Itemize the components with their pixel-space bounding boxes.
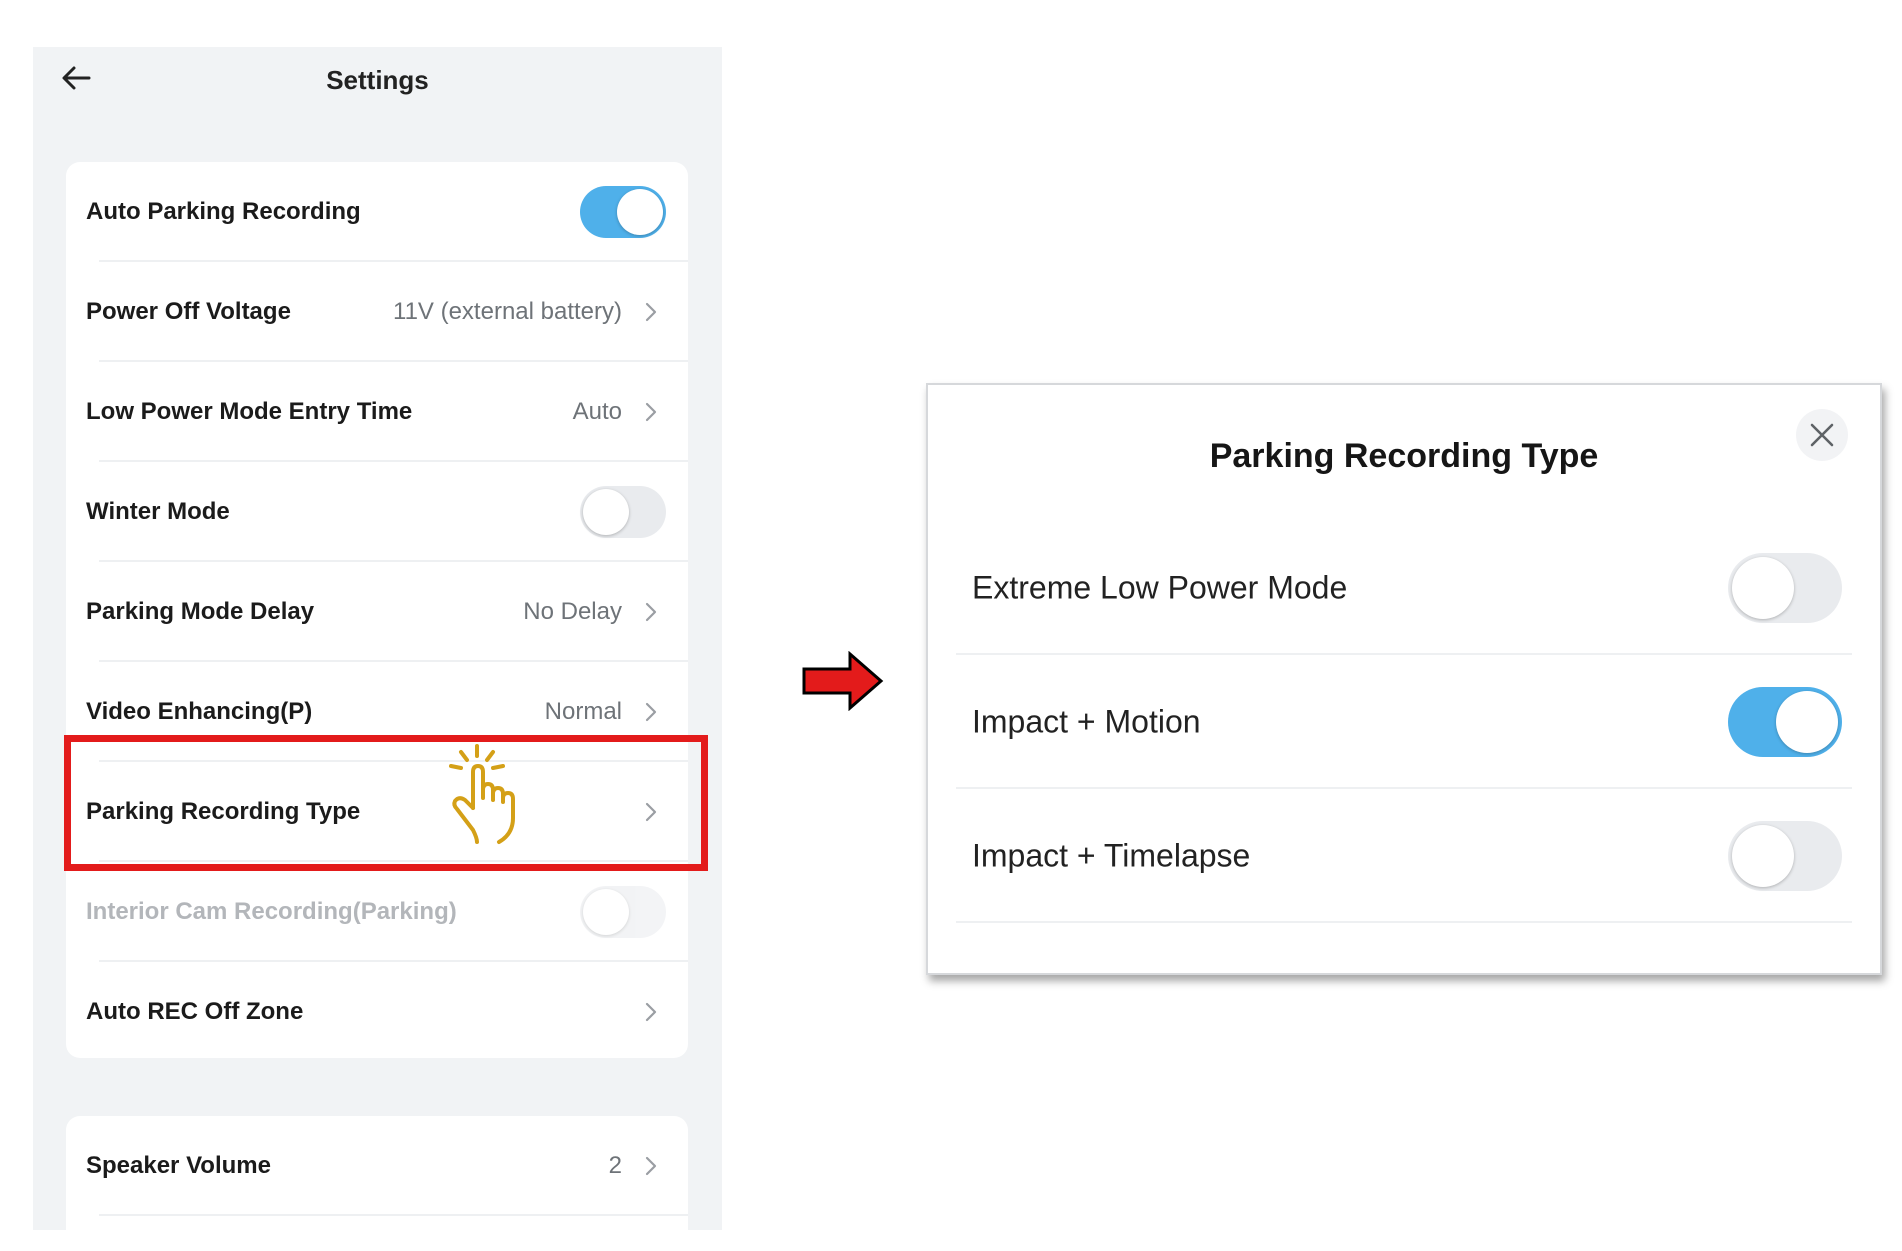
- row-label: Interior Cam Recording(Parking): [86, 898, 457, 925]
- row-label: Winter Mode: [86, 498, 230, 525]
- option-impact-timelapse[interactable]: Impact + Timelapse: [928, 789, 1880, 923]
- toggle-knob: [583, 889, 629, 935]
- chevron-right-icon: [645, 702, 657, 722]
- row-auto-rec-off-zone[interactable]: Auto REC Off Zone: [66, 962, 688, 1062]
- option-label: Impact + Timelapse: [972, 837, 1251, 874]
- row-value: 2: [608, 1152, 622, 1179]
- toggle-knob: [1732, 825, 1794, 887]
- row-winter-mode: Winter Mode: [66, 462, 688, 562]
- dialog-title: Parking Recording Type: [1209, 437, 1599, 475]
- impact-timelapse-toggle[interactable]: [1728, 821, 1842, 891]
- option-extreme-low-power-mode[interactable]: Extreme Low Power Mode: [928, 521, 1880, 655]
- row-interior-cam-recording: Interior Cam Recording(Parking): [66, 862, 688, 962]
- settings-card-2: Speaker Volume 2: [66, 1116, 688, 1230]
- winter-mode-toggle[interactable]: [580, 486, 666, 538]
- row-low-power-mode-entry-time[interactable]: Low Power Mode Entry Time Auto: [66, 362, 688, 462]
- row-label: Low Power Mode Entry Time: [86, 398, 413, 425]
- row-label: Auto REC Off Zone: [86, 998, 304, 1025]
- top-bar: Settings: [33, 47, 722, 107]
- parking-recording-type-dialog: Parking Recording Type Extreme Low Power…: [926, 383, 1882, 975]
- chevron-right-icon: [645, 602, 657, 622]
- row-value: Normal: [544, 698, 622, 725]
- right-arrow-icon: [802, 651, 884, 711]
- row-power-off-voltage[interactable]: Power Off Voltage 11V (external battery): [66, 262, 688, 362]
- toggle-knob: [583, 489, 629, 535]
- chevron-right-icon: [645, 402, 657, 422]
- row-auto-parking-recording: Auto Parking Recording: [66, 162, 688, 262]
- row-speaker-volume[interactable]: Speaker Volume 2: [66, 1116, 688, 1216]
- option-impact-motion[interactable]: Impact + Motion: [928, 655, 1880, 789]
- impact-motion-toggle[interactable]: [1728, 687, 1842, 757]
- auto-parking-recording-toggle[interactable]: [580, 186, 666, 238]
- row-label: Video Enhancing(P): [86, 698, 313, 725]
- row-parking-mode-delay[interactable]: Parking Mode Delay No Delay: [66, 562, 688, 662]
- settings-screen: Settings Auto Parking Recording Power Of…: [33, 47, 722, 1230]
- page-title: Settings: [326, 65, 429, 95]
- row-label: Parking Mode Delay: [86, 598, 315, 625]
- option-label: Extreme Low Power Mode: [972, 569, 1348, 606]
- row-label: Auto Parking Recording: [86, 198, 361, 225]
- row-value: Auto: [572, 398, 622, 425]
- option-label: Impact + Motion: [972, 703, 1201, 740]
- divider: [99, 1214, 688, 1216]
- row-value: 11V (external battery): [393, 298, 622, 325]
- interior-cam-recording-toggle: [580, 886, 666, 938]
- tap-hand-icon: [449, 744, 515, 844]
- highlight-box: [64, 735, 708, 871]
- extreme-low-power-mode-toggle[interactable]: [1728, 553, 1842, 623]
- chevron-right-icon: [645, 302, 657, 322]
- row-label: Speaker Volume: [86, 1152, 271, 1179]
- toggle-knob: [617, 189, 663, 235]
- row-label: Power Off Voltage: [86, 298, 291, 325]
- settings-card: Auto Parking Recording Power Off Voltage…: [66, 162, 688, 1058]
- toggle-knob: [1776, 691, 1838, 753]
- divider: [956, 921, 1852, 923]
- chevron-right-icon: [645, 1002, 657, 1022]
- row-value: No Delay: [523, 598, 622, 625]
- chevron-right-icon: [645, 1156, 657, 1176]
- toggle-knob: [1732, 557, 1794, 619]
